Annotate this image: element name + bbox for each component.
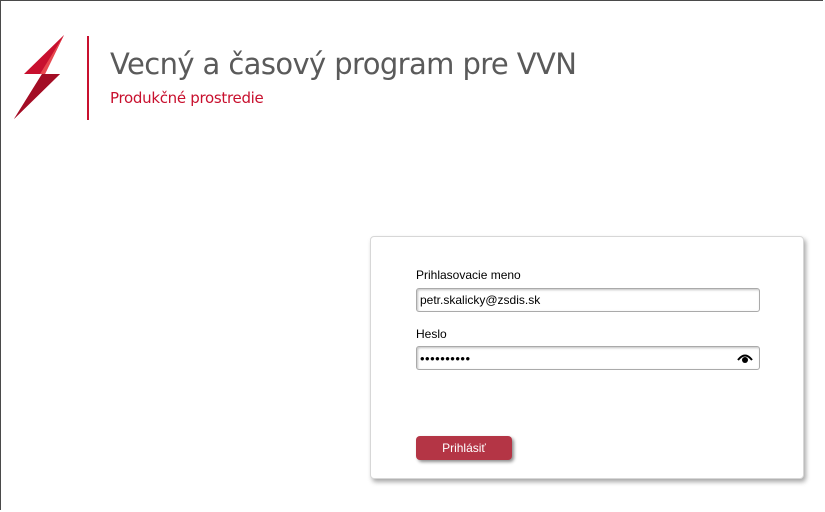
username-label: Prihlasovacie meno — [416, 268, 521, 282]
lightning-bolt-icon — [14, 35, 64, 119]
login-panel: Prihlasovacie meno Heslo Prihlásiť — [370, 236, 804, 479]
app-title: Vecný a časový program pre VVN — [110, 47, 577, 81]
header-divider — [87, 36, 89, 120]
password-input[interactable] — [416, 346, 760, 370]
show-password-icon[interactable] — [737, 351, 753, 365]
environment-subtitle: Produkčné prostredie — [110, 89, 264, 107]
login-button[interactable]: Prihlásiť — [416, 436, 512, 460]
username-input[interactable] — [416, 288, 760, 312]
password-label: Heslo — [416, 327, 447, 341]
